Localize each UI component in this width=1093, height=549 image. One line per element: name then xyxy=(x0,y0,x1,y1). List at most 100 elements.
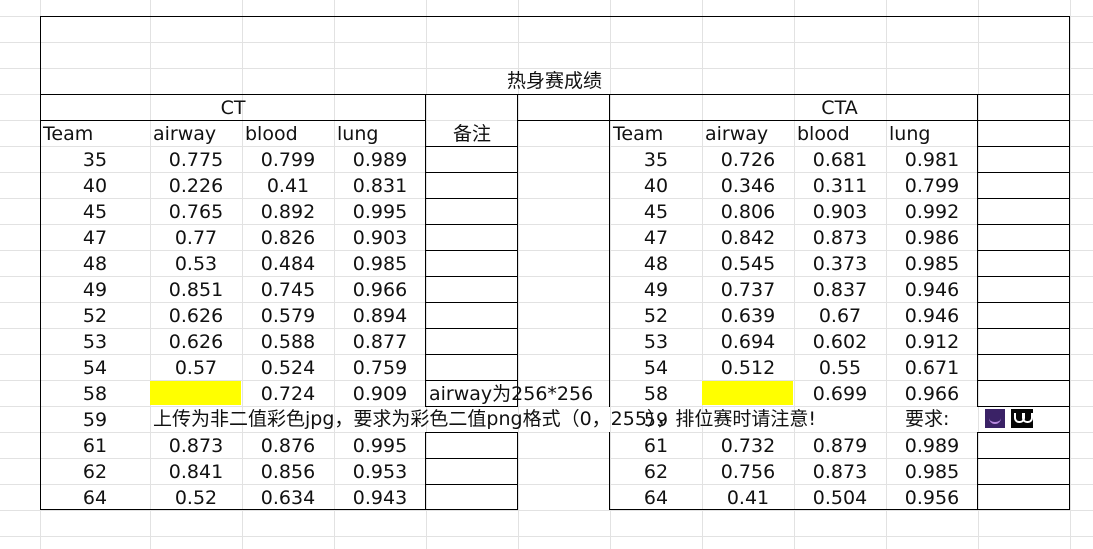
cta-cell[interactable]: 0.989 xyxy=(886,432,978,458)
ct-cell[interactable]: 0.524 xyxy=(242,354,334,380)
cta-cell[interactable]: 35 xyxy=(610,146,702,172)
ct-cell[interactable]: 0.989 xyxy=(334,146,426,172)
ct-cell[interactable]: 0.909 xyxy=(334,380,426,406)
ct-cell[interactable]: 0.634 xyxy=(242,484,334,510)
cta-cell[interactable]: 0.992 xyxy=(886,198,978,224)
cta-cell[interactable]: 0.545 xyxy=(702,250,794,276)
ct-cell[interactable]: 61 xyxy=(40,432,150,458)
purple-thumbnail-icon[interactable] xyxy=(985,409,1005,428)
ct-cell[interactable]: 0.995 xyxy=(334,198,426,224)
ct-cell[interactable]: 45 xyxy=(40,198,150,224)
ct-cell[interactable]: 35 xyxy=(40,146,150,172)
cta-cell[interactable]: 0.981 xyxy=(886,146,978,172)
cta-cell[interactable]: 0.41 xyxy=(702,484,794,510)
ct-cell[interactable]: 0.953 xyxy=(334,458,426,484)
ct-cell[interactable]: 0.579 xyxy=(242,302,334,328)
cta-cell[interactable]: 0.756 xyxy=(702,458,794,484)
cta-cell[interactable]: 0.67 xyxy=(794,302,886,328)
ct-cell[interactable]: 54 xyxy=(40,354,150,380)
cta-cell[interactable]: 0.346 xyxy=(702,172,794,198)
ct-cell[interactable]: 49 xyxy=(40,276,150,302)
ct-cell[interactable]: 47 xyxy=(40,224,150,250)
cta-cell[interactable]: 0.639 xyxy=(702,302,794,328)
cta-cell[interactable]: 0.873 xyxy=(794,224,886,250)
cta-cell[interactable]: 54 xyxy=(610,354,702,380)
cta-header-0[interactable]: Team xyxy=(610,120,702,146)
ct-cell[interactable]: 0.57 xyxy=(150,354,242,380)
ct-cell[interactable]: 0.876 xyxy=(242,432,334,458)
cta-header-2[interactable]: blood xyxy=(794,120,886,146)
cta-cell[interactable]: 0.373 xyxy=(794,250,886,276)
ct-cell[interactable]: 48 xyxy=(40,250,150,276)
cta-cell[interactable]: 0.699 xyxy=(794,380,886,406)
ct-cell[interactable]: 59 xyxy=(40,406,150,432)
cta-cell[interactable]: 0.903 xyxy=(794,198,886,224)
ct-cell[interactable]: 0.626 xyxy=(150,302,242,328)
ct-cell[interactable]: 53 xyxy=(40,328,150,354)
ct-cell[interactable]: airway为256*256 xyxy=(426,380,593,406)
cta-cell[interactable]: 0.837 xyxy=(794,276,886,302)
cta-cell[interactable]: 0.985 xyxy=(886,250,978,276)
cta-cell[interactable]: 0.602 xyxy=(794,328,886,354)
cta-cell[interactable]: 58 xyxy=(610,380,702,406)
cta-cell[interactable]: 0.873 xyxy=(794,458,886,484)
cta-cell[interactable]: 0.966 xyxy=(886,380,978,406)
cta-cell[interactable]: 47 xyxy=(610,224,702,250)
ct-cell[interactable]: 0.52 xyxy=(150,484,242,510)
ct-cell[interactable]: 0.894 xyxy=(334,302,426,328)
cta-cell[interactable]: 45 xyxy=(610,198,702,224)
ct-cell[interactable]: 0.851 xyxy=(150,276,242,302)
cta-cell[interactable]: 0.311 xyxy=(794,172,886,198)
ct-cell[interactable]: 0.841 xyxy=(150,458,242,484)
ct-cell[interactable]: 0.626 xyxy=(150,328,242,354)
ct-cell[interactable]: 0.77 xyxy=(150,224,242,250)
ct-header-2[interactable]: blood xyxy=(242,120,334,146)
cta-cell[interactable]: 48 xyxy=(610,250,702,276)
cta-cell[interactable]: 0.671 xyxy=(886,354,978,380)
ct-cell[interactable]: 0.53 xyxy=(150,250,242,276)
cta-cell[interactable]: 0.504 xyxy=(794,484,886,510)
ct-cell[interactable]: 0.775 xyxy=(150,146,242,172)
ct-header-0[interactable]: Team xyxy=(40,120,150,146)
ct-cell[interactable]: 0.799 xyxy=(242,146,334,172)
ct-cell[interactable]: 64 xyxy=(40,484,150,510)
cta-cell[interactable]: 0.55 xyxy=(794,354,886,380)
ct-cell[interactable]: 62 xyxy=(40,458,150,484)
ct-cell[interactable]: 0.588 xyxy=(242,328,334,354)
cta-header-4[interactable] xyxy=(978,120,1070,146)
cta-cell[interactable]: 52 xyxy=(610,302,702,328)
ct-cell[interactable]: 0.995 xyxy=(334,432,426,458)
cta-cell[interactable]: 0.986 xyxy=(886,224,978,250)
ct-cell[interactable]: 0.826 xyxy=(242,224,334,250)
ct-cell[interactable]: 0.856 xyxy=(242,458,334,484)
ct-cell[interactable]: 58 xyxy=(40,380,150,406)
cta-cell[interactable]: 0.681 xyxy=(794,146,886,172)
cta-cell[interactable]: 0.879 xyxy=(794,432,886,458)
cta-cell[interactable]: 0.806 xyxy=(702,198,794,224)
cta-cell[interactable]: 0.694 xyxy=(702,328,794,354)
ct-cell[interactable]: 0.903 xyxy=(334,224,426,250)
ct-cell[interactable]: 0.759 xyxy=(334,354,426,380)
cta-cell[interactable]: 0.732 xyxy=(702,432,794,458)
cta-cell[interactable]: 0.946 xyxy=(886,276,978,302)
cta-cell[interactable]: 64 xyxy=(610,484,702,510)
cta-cell[interactable]: 40 xyxy=(610,172,702,198)
ct-cell[interactable]: 0.41 xyxy=(242,172,334,198)
cta-cell[interactable]: 0.737 xyxy=(702,276,794,302)
ct-cell[interactable] xyxy=(150,380,242,406)
ct-cell[interactable]: 0.877 xyxy=(334,328,426,354)
cta-cell[interactable]: 49 xyxy=(610,276,702,302)
ct-cell[interactable]: 0.985 xyxy=(334,250,426,276)
cta-cell[interactable]: 62 xyxy=(610,458,702,484)
ct-cell[interactable]: 0.765 xyxy=(150,198,242,224)
cta-cell[interactable]: 0.956 xyxy=(886,484,978,510)
cta-cell[interactable]: 0.842 xyxy=(702,224,794,250)
cta-cell[interactable]: 0.946 xyxy=(886,302,978,328)
ct-cell[interactable]: 0.943 xyxy=(334,484,426,510)
cta-cell[interactable]: 61 xyxy=(610,432,702,458)
ct-cell[interactable]: 0.831 xyxy=(334,172,426,198)
black-thumbnail-icon[interactable] xyxy=(1011,409,1033,428)
cta-cell[interactable]: 0.726 xyxy=(702,146,794,172)
ct-cell[interactable]: 0.892 xyxy=(242,198,334,224)
ct-cell[interactable]: 0.484 xyxy=(242,250,334,276)
